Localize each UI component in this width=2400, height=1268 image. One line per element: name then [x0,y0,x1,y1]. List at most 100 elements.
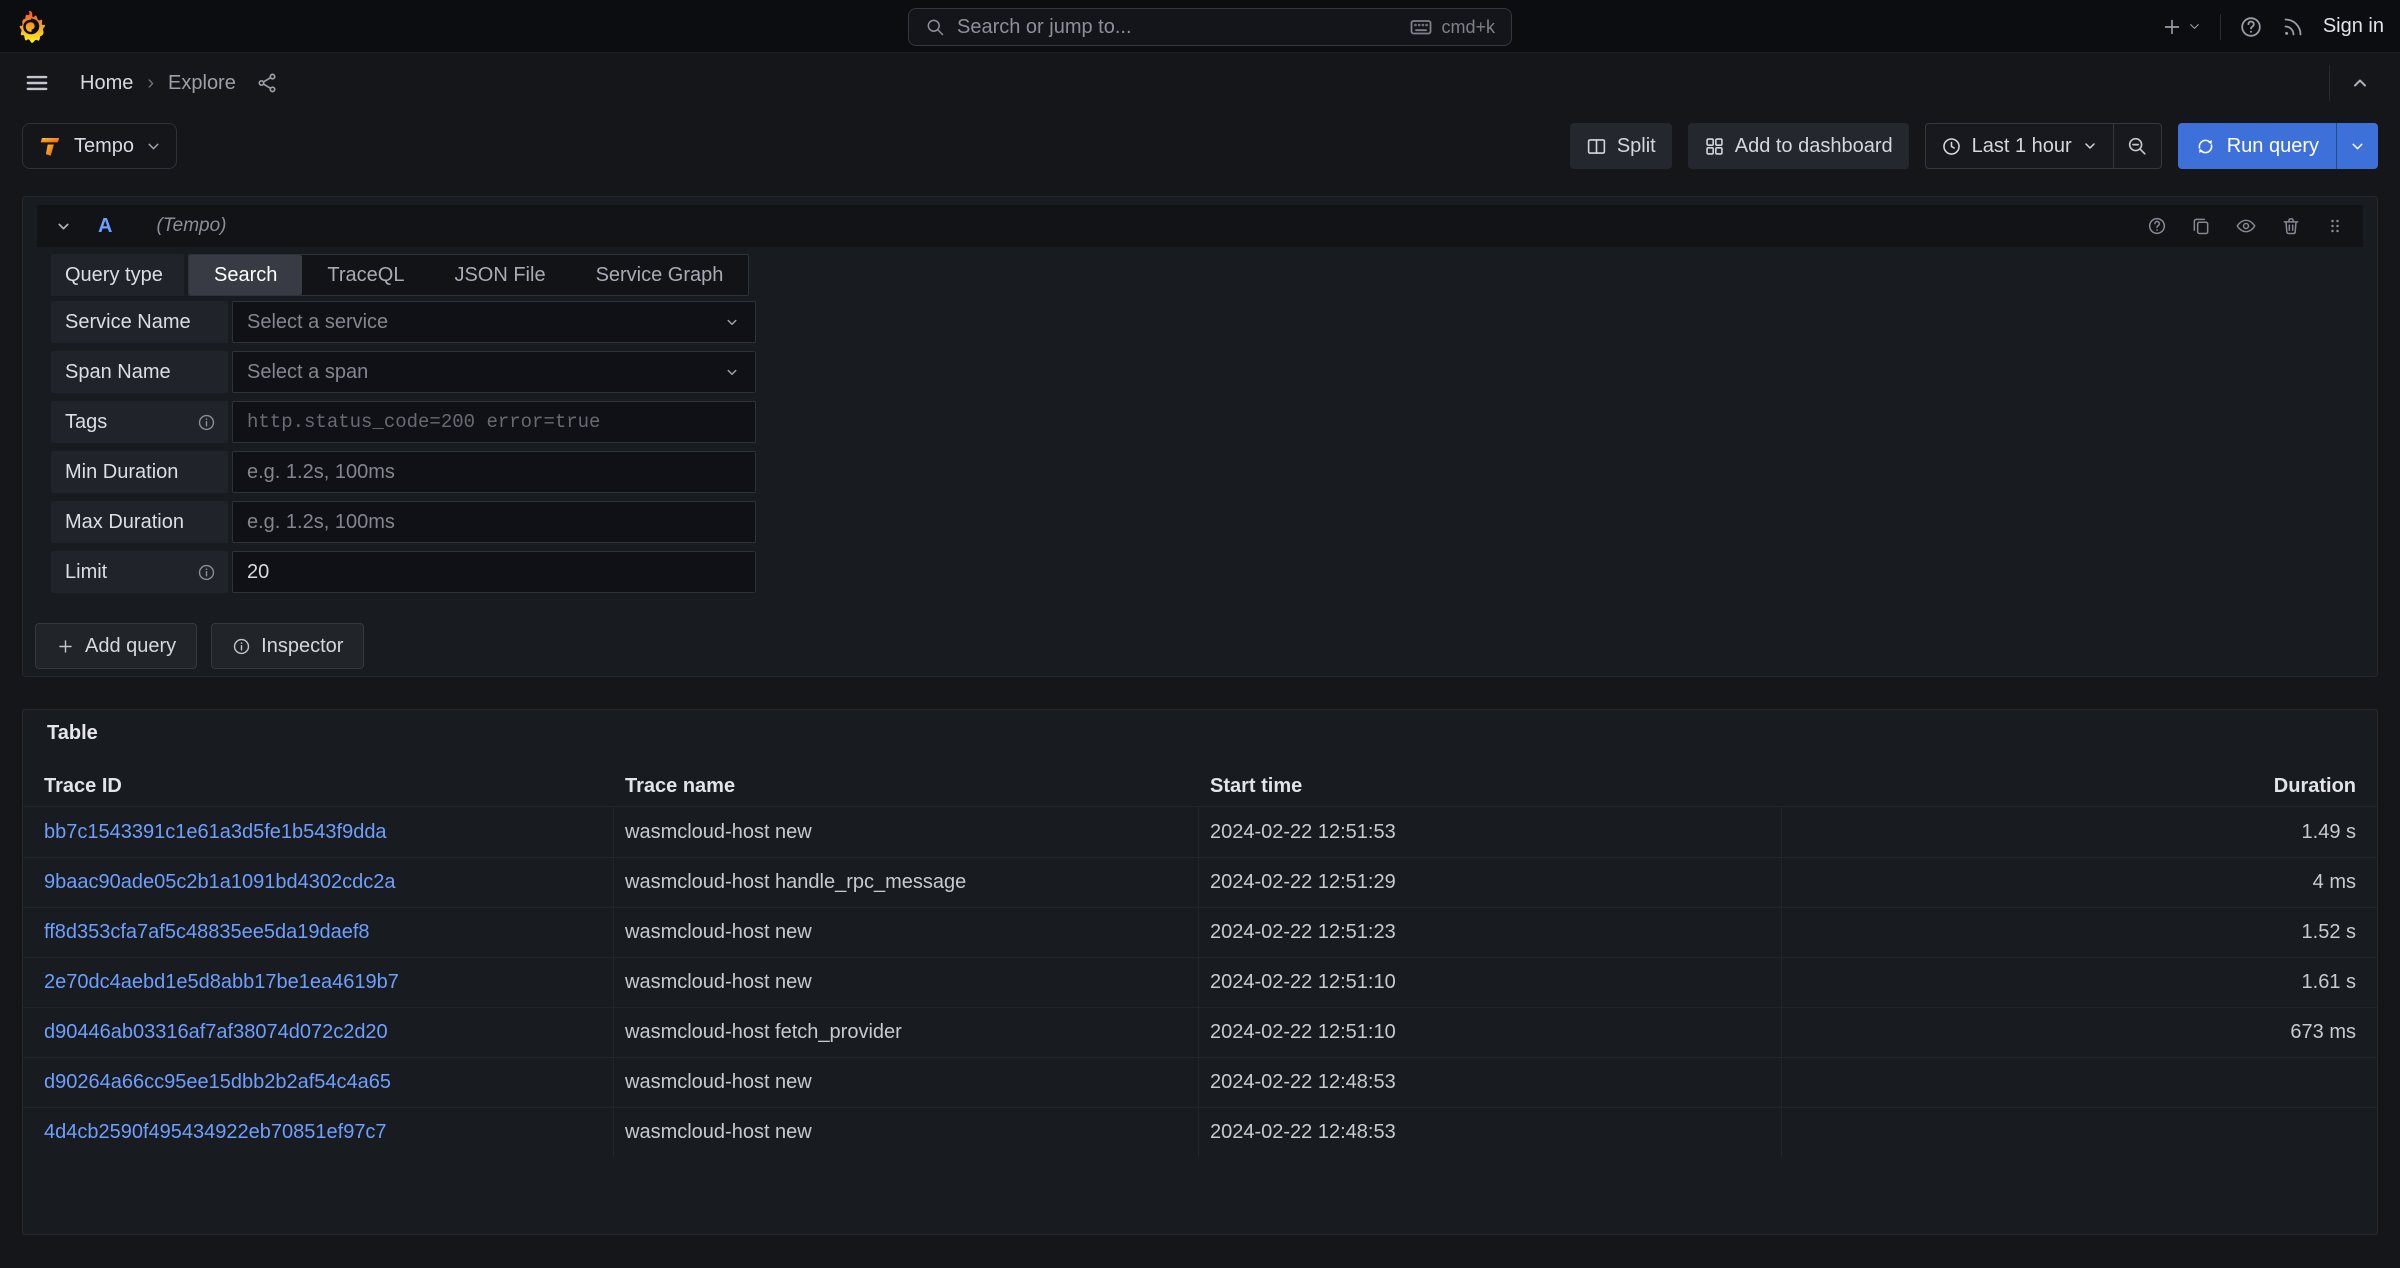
field-control[interactable]: Select a service [232,301,756,343]
chevron-down-icon [145,138,162,155]
trace-id-link[interactable]: 4d4cb2590f495434922eb70851ef97c7 [44,1121,387,1143]
query-field-row: Min Duration e.g. 1.2s, 100ms [51,451,756,493]
column-header-trace-id[interactable]: Trace ID [23,775,613,798]
breadcrumb-home[interactable]: Home [80,72,133,95]
column-divider [613,807,614,1157]
column-header-trace-name[interactable]: Trace name [613,775,1198,798]
breadcrumb-separator: › [147,72,154,95]
query-type-tab[interactable]: TraceQL [302,255,429,295]
field-control[interactable]: http.status_code=200 error=true [232,401,756,443]
query-type-label: Query type [51,254,184,296]
info-icon[interactable] [197,563,216,582]
grafana-logo[interactable] [15,11,47,43]
query-type-tab[interactable]: Search [189,255,302,295]
field-control[interactable]: Select a span [232,351,756,393]
trace-id-link[interactable]: d90446ab03316af7af38074d072c2d20 [44,1021,388,1043]
field-control[interactable]: 20 [232,551,756,593]
plus-icon [56,637,75,656]
chevron-down-icon [2349,138,2366,155]
breadcrumb-right-divider [2329,65,2330,101]
column-header-duration[interactable]: Duration [1781,775,2377,798]
delete-query-trash-icon[interactable] [2281,216,2301,236]
column-divider [1781,807,1782,1157]
start-time-cell: 2024-02-22 12:51:53 [1198,821,1781,844]
field-label: Span Name [51,351,228,393]
chevron-down-icon [723,313,741,331]
time-picker-group: Last 1 hour [1925,123,2162,169]
trace-name-cell: wasmcloud-host new [613,1121,1198,1144]
trace-id-link[interactable]: 2e70dc4aebd1e5d8abb17be1ea4619b7 [44,971,399,993]
field-control[interactable]: e.g. 1.2s, 100ms [232,451,756,493]
share-shortcut-button[interactable] [256,72,278,94]
datasource-name: Tempo [74,135,134,158]
query-type-tab[interactable]: JSON File [429,255,570,295]
query-row-header: A (Tempo) [37,205,2363,247]
top-navigation-bar: Search or jump to... cmd+k Sign in [0,0,2400,53]
start-time-cell: 2024-02-22 12:51:10 [1198,971,1781,994]
toggle-visibility-eye-icon[interactable] [2235,215,2257,237]
trace-id-link[interactable]: d90264a66cc95ee15dbb2b2af54c4a65 [44,1071,391,1093]
trace-name-cell: wasmcloud-host new [613,971,1198,994]
duration-cell: 1.61 s [1781,971,2377,994]
add-query-button[interactable]: Add query [35,623,197,669]
keyboard-icon [1409,15,1433,39]
column-header-start-time[interactable]: Start time [1198,775,1781,798]
drag-handle-grip-icon[interactable] [2325,216,2345,236]
panel-title[interactable]: Table [47,722,98,745]
query-type-tab-label: JSON File [454,264,545,287]
help-button[interactable] [2239,15,2263,39]
trace-id-link[interactable]: ff8d353cfa7af5c48835ee5da19daef8 [44,921,370,943]
chevron-down-icon [723,363,741,381]
query-type-row: Query type Search TraceQL JSON File Serv… [51,254,749,296]
menu-toggle-button[interactable] [24,70,50,96]
duration-cell: 4 ms [1781,871,2377,894]
field-label: Limit [51,551,228,593]
table-row: ff8d353cfa7af5c48835ee5da19daef8 wasmclo… [23,907,2377,957]
collapse-controls-button[interactable] [2344,67,2376,99]
trace-id-link[interactable]: 9baac90ade05c2b1a1091bd4302cdc2a [44,871,395,893]
field-label: Service Name [51,301,228,343]
run-query-options-button[interactable] [2336,123,2378,169]
query-type-tab-label: Service Graph [596,264,724,287]
trace-name-cell: wasmcloud-host new [613,921,1198,944]
rss-icon [2281,15,2305,39]
start-time-cell: 2024-02-22 12:51:23 [1198,921,1781,944]
add-to-dashboard-button[interactable]: Add to dashboard [1688,123,1909,169]
chevron-down-icon [2082,138,2098,154]
trace-id-link[interactable]: bb7c1543391c1e61a3d5fe1b543f9dda [44,821,387,843]
sign-in-link[interactable]: Sign in [2323,15,2384,38]
info-icon[interactable] [197,413,216,432]
query-help-icon[interactable] [2147,216,2167,236]
duration-cell: 1.52 s [1781,921,2377,944]
duplicate-query-icon[interactable] [2191,216,2211,236]
datasource-picker[interactable]: Tempo [22,123,177,169]
field-control[interactable]: e.g. 1.2s, 100ms [232,501,756,543]
clock-icon [1941,136,1962,157]
time-range-picker[interactable]: Last 1 hour [1926,124,2113,168]
query-field-row: Tags http.status_code=200 error=true [51,401,756,443]
new-menu-button[interactable] [2161,16,2202,38]
breadcrumb-current: Explore [168,72,236,95]
start-time-cell: 2024-02-22 12:51:29 [1198,871,1781,894]
query-type-tab[interactable]: Service Graph [571,255,749,295]
breadcrumb-bar: Home › Explore [0,53,2400,113]
query-field-row: Limit 20 [51,551,756,593]
hamburger-icon [24,70,50,96]
search-input[interactable]: Search or jump to... cmd+k [908,8,1512,46]
duration-cell: 1.49 s [1781,821,2377,844]
news-button[interactable] [2281,15,2305,39]
run-query-button[interactable]: Run query [2178,123,2336,169]
split-button[interactable]: Split [1570,123,1672,169]
table-row: d90264a66cc95ee15dbb2b2af54c4a65 wasmclo… [23,1057,2377,1107]
query-fields: Service Name Select a service Span Name … [51,301,756,601]
zoom-out-time-button[interactable] [2113,124,2161,168]
table-row: 9baac90ade05c2b1a1091bd4302cdc2a wasmclo… [23,857,2377,907]
search-shortcut: cmd+k [1409,15,1495,39]
query-type-tab-label: Search [214,264,277,287]
query-field-row: Span Name Select a span [51,351,756,393]
collapse-query-chevron-icon[interactable] [55,218,72,235]
table-row: 4d4cb2590f495434922eb70851ef97c7 wasmclo… [23,1107,2377,1157]
search-icon [925,17,945,37]
inspector-button[interactable]: Inspector [211,623,364,669]
tempo-logo-icon [37,133,63,159]
